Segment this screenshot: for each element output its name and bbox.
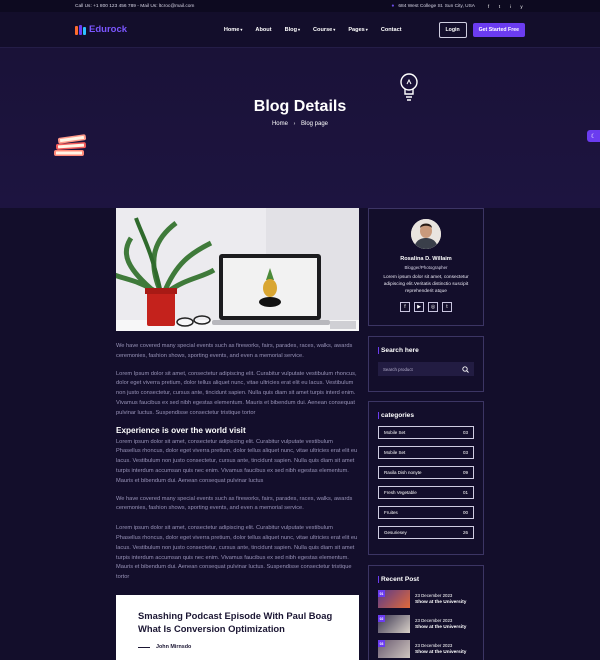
category-item[interactable]: Fresh Vegetable 01 [378,486,474,499]
address: 684 West College St. Sun City, USA [398,3,475,9]
author-bio: Lorem ipsum dolor sit amet, consectetur … [383,275,469,295]
widget-title: categories [378,412,474,419]
search-widget: Search here Search product [368,336,484,392]
youtube-icon[interactable]: y [518,3,525,10]
main-nav: Edurock Home▾ About Blog▾ Course▾ Pages▾… [0,12,600,48]
nav-item-blog[interactable]: Blog▾ [285,27,300,33]
author-socials: f ▶ ◎ t [369,301,483,312]
breadcrumb: Home › Blog page [0,121,600,127]
blog-article: We have covered many special events such… [116,208,359,660]
search-input[interactable]: Search product [378,362,474,376]
facebook-icon[interactable]: f [400,301,410,312]
brand-name: Edurock [89,24,128,35]
logo[interactable]: Edurock [75,24,187,35]
youtube-icon[interactable]: ▶ [414,301,424,312]
recent-posts-widget: Recent Post 01 23 December 2023 Show at t… [368,565,484,660]
breadcrumb-home[interactable]: Home [272,121,288,127]
page-hero: Blog Details Home › Blog page ☾ [0,48,600,208]
category-item[interactable]: Fruites 00 [378,506,474,519]
chevron-down-icon: ▾ [333,26,336,32]
facebook-icon[interactable]: f [485,3,492,10]
nav-item-home[interactable]: Home▾ [224,27,243,33]
blockquote: Smashing Podcast Episode With Paul Boag … [116,594,359,660]
chevron-down-icon: ▾ [298,26,301,32]
get-started-button[interactable]: Get Started Free [472,22,525,37]
author-widget: Rosalina D. Willaim Blogger/Photographer… [368,208,484,326]
article-paragraph: We have covered many special events such… [116,495,353,512]
twitter-icon[interactable]: t [496,3,503,10]
categories-widget: categories Mobile Set 03 Mobile Set 03 Rax… [368,401,484,555]
article-paragraph: Lorem ipsum dolor sit amet, consectetur … [116,525,358,581]
recent-post-thumbnail[interactable]: 01 [378,590,410,608]
avatar [411,219,441,249]
instagram-icon[interactable]: ◎ [428,301,438,312]
chevron-down-icon: ▾ [365,26,368,32]
nav-item-course[interactable]: Course▾ [313,27,335,33]
category-item[interactable]: Mobile Set 03 [378,446,474,459]
twitter-icon[interactable]: t [442,301,452,312]
quote-author: John Mirnsdo [138,644,337,650]
chevron-down-icon: ▾ [240,26,243,32]
divider [138,646,150,648]
login-button[interactable]: Login [438,21,467,38]
recent-post-item[interactable]: 03 23 December 2023 Show at the Universit… [378,640,474,658]
moon-icon[interactable]: ☾ [587,130,600,142]
recent-post-thumbnail[interactable]: 02 [378,615,410,633]
chevron-right-icon: › [293,121,296,127]
author-role: Blogger/Photographer [404,265,448,270]
category-item[interactable]: Gesuriesey 26 [378,526,474,539]
widget-title: Recent Post [378,576,474,583]
nav-item-pages[interactable]: Pages▾ [348,27,368,33]
category-item[interactable]: Mobile Set 03 [378,426,474,439]
article-subheading: Experience is over the world visit [116,425,246,435]
post-featured-image [116,208,359,331]
recent-post-thumbnail[interactable]: 03 [378,640,410,658]
recent-post-item[interactable]: 01 23 December 2023 Show at the Universit… [378,590,474,608]
nav-menu: Home▾ About Blog▾ Course▾ Pages▾ Contact [187,27,439,33]
search-icon[interactable] [462,365,469,373]
nav-item-about[interactable]: About [255,27,271,33]
contact-info: Call Us: +1 800 123 456 789 - Mail Us: l… [75,3,195,9]
quote-text: Smashing Podcast Episode With Paul Boag … [138,609,333,634]
nav-item-contact[interactable]: Contact [381,27,402,33]
page-title: Blog Details [253,98,347,115]
top-bar: Call Us: +1 800 123 456 789 - Mail Us: l… [0,0,600,12]
breadcrumb-current: Blog page [301,121,329,127]
category-item[interactable]: Raxila Dish nonyte 09 [378,466,474,479]
location-pin-icon: ● [391,3,395,9]
author-name: Rosalina D. Willaim [400,256,452,262]
article-paragraph: We have covered many special events such… [116,343,353,359]
instagram-icon[interactable]: i [507,3,514,10]
recent-post-item[interactable]: 02 23 December 2023 Show at the Universit… [378,615,474,633]
logo-icon [75,24,86,35]
article-paragraph: Lorem Ipsum dolor sit amet, consectetur … [116,370,357,416]
widget-title: Search here [378,347,474,354]
article-paragraph: Lorem ipsum dolor sit amet, consectetur … [116,438,358,484]
books-icon [54,134,87,156]
